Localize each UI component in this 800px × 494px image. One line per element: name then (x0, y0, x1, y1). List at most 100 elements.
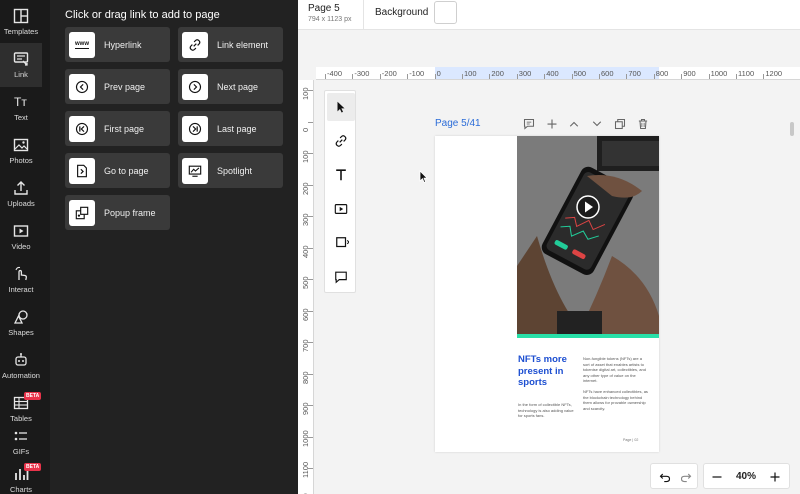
prev-page-icon (75, 80, 89, 93)
prev-page-tile[interactable]: Prev page (65, 69, 170, 104)
ruler-label: 600 (601, 69, 614, 78)
first-page-tile[interactable]: First page (65, 111, 170, 146)
tool-palette (324, 90, 356, 293)
ruler-tick (626, 74, 628, 79)
tile-label: Spotlight (217, 165, 253, 176)
comment-tool[interactable] (327, 263, 355, 291)
link-element-tile[interactable]: Link element (178, 27, 283, 62)
sidebar-item-templates[interactable]: Templates (0, 0, 42, 44)
sidebar-item-link[interactable]: Link (0, 43, 42, 87)
select-tool[interactable] (327, 93, 355, 121)
ruler-label: 900 (683, 69, 696, 78)
ruler-tick (325, 74, 326, 79)
last-page-tile[interactable]: Last page (178, 111, 283, 146)
video-tool[interactable] (327, 195, 355, 223)
shape-tool[interactable] (327, 229, 357, 257)
ruler-label: 1200 (765, 69, 783, 78)
comment-bubble-icon (335, 271, 347, 284)
panel-title: Click or drag link to add to page (65, 9, 220, 21)
document-headline[interactable]: NFTs more present in sports (518, 354, 578, 389)
sidebar-item-text[interactable]: Tт Text (0, 86, 42, 130)
ruler-tick (708, 74, 710, 79)
ruler-label: -300 (354, 69, 370, 78)
ruler-label: 100 (301, 150, 310, 163)
uploads-icon (14, 181, 28, 195)
ruler-label: 800 (301, 370, 310, 384)
ruler-label: 1100 (301, 461, 310, 478)
move-page-down-button[interactable] (589, 116, 605, 132)
zoom-out-button[interactable] (709, 469, 725, 485)
sidebar-item-shapes[interactable]: Shapes (0, 301, 42, 345)
plus-icon (547, 119, 557, 129)
document-page[interactable]: NFTs more present in sports In the form … (435, 136, 659, 452)
gifs-icon (14, 431, 27, 441)
minus-icon (712, 476, 722, 478)
document-left-paragraph[interactable]: In the form of collectible NFTs, technol… (518, 402, 578, 419)
page-indicator: Page 5/41 (435, 118, 481, 129)
delete-page-button[interactable] (635, 116, 651, 132)
document-footer: Page | 02 (623, 438, 639, 442)
redo-button[interactable] (678, 469, 694, 485)
undo-button[interactable] (657, 469, 673, 485)
text-tool-icon (336, 169, 346, 181)
ruler-tick (571, 74, 573, 79)
templates-icon (13, 8, 29, 24)
popup-frame-tile[interactable]: Popup frame (65, 195, 170, 230)
next-page-icon (188, 80, 202, 93)
app-window: Templates Link Tт Text Photos Uploads Vi… (0, 0, 800, 494)
sidebar-item-video[interactable]: Video (0, 215, 42, 259)
document-right-paragraph-1[interactable]: Non-fungible tokens (NFTs) are a sort of… (583, 356, 649, 384)
text-tool[interactable] (327, 161, 355, 189)
spotlight-tile[interactable]: Spotlight (178, 153, 283, 188)
www-glyph: www (74, 40, 89, 49)
panel-divider (42, 0, 50, 494)
ruler-tick (308, 121, 313, 123)
document-right-paragraph-2[interactable]: NFTs have enhanced collectibles, as the … (583, 389, 649, 411)
sidebar-rail: Templates Link Tт Text Photos Uploads Vi… (0, 0, 42, 494)
ruler-label: 400 (546, 69, 559, 78)
page-comment-button[interactable] (521, 116, 537, 132)
vertical-scrollbar[interactable] (790, 122, 794, 136)
horizontal-ruler: -400 -300 -200 -100 0 100 200 300 400 500 600 700 80… (316, 67, 800, 80)
zoom-in-button[interactable] (767, 469, 783, 485)
mouse-cursor-icon (419, 170, 429, 184)
ruler-tick (653, 74, 655, 79)
beta-badge: BETA (24, 392, 42, 400)
hyperlink-tile[interactable]: www Hyperlink (65, 27, 170, 62)
ruler-label: 800 (655, 69, 669, 78)
ruler-tick (462, 74, 463, 79)
ruler-label: 1000 (710, 69, 728, 78)
ruler-tick (599, 74, 600, 79)
sidebar-item-automation[interactable]: Automation (0, 344, 42, 388)
move-page-up-button[interactable] (566, 116, 582, 132)
plus-icon (770, 472, 780, 482)
sidebar-item-label: Text (14, 113, 28, 122)
ruler-tick (763, 74, 765, 79)
sidebar-item-photos[interactable]: Photos (0, 129, 42, 173)
sidebar-item-label: Automation (2, 371, 40, 380)
hero-photo[interactable] (517, 136, 659, 336)
first-page-icon (75, 122, 89, 135)
sidebar-item-charts[interactable]: BETA Charts (0, 458, 42, 494)
link-tool[interactable] (327, 127, 355, 155)
ruler-tick (681, 74, 683, 79)
ruler-label: 0 (301, 127, 310, 132)
sidebar-item-interact[interactable]: Interact (0, 258, 42, 302)
ruler-tick (352, 74, 354, 79)
go-to-page-tile[interactable]: Go to page (65, 153, 170, 188)
ruler-label: 700 (301, 339, 310, 352)
trash-icon (638, 118, 648, 130)
next-page-tile[interactable]: Next page (178, 69, 283, 104)
last-page-icon (188, 122, 202, 135)
add-page-button[interactable] (544, 116, 560, 132)
interact-icon (15, 266, 27, 281)
sidebar-item-uploads[interactable]: Uploads (0, 172, 42, 216)
ruler-label: 1100 (738, 69, 755, 78)
duplicate-page-button[interactable] (612, 116, 628, 132)
ruler-label: 900 (301, 402, 310, 415)
ruler-tick (544, 74, 546, 79)
accent-bar (517, 334, 659, 338)
background-color-swatch[interactable] (434, 1, 457, 24)
ruler-tick (516, 74, 518, 79)
ruler-tick (407, 74, 409, 79)
